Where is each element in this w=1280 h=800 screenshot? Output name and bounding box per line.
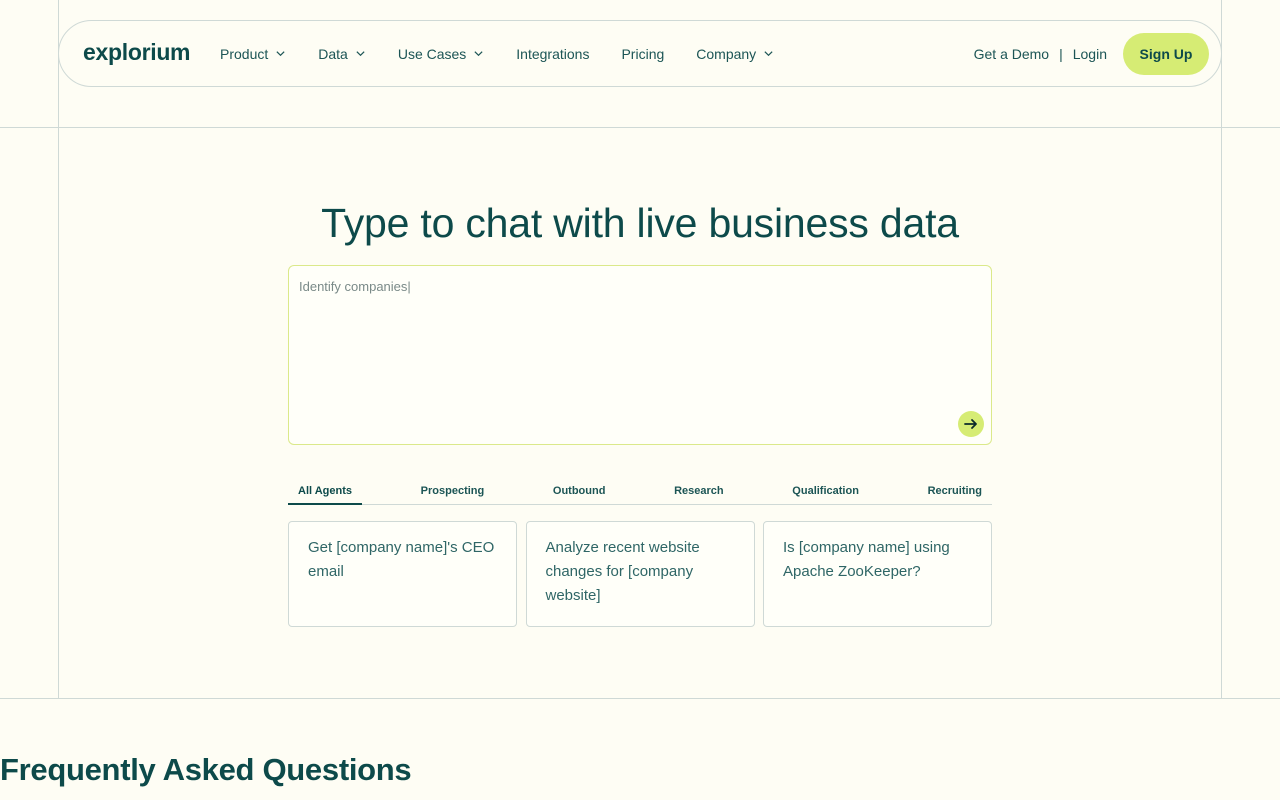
frame-line-top	[0, 127, 1280, 128]
tab-all-agents[interactable]: All Agents	[288, 478, 362, 505]
tab-research[interactable]: Research	[664, 478, 734, 504]
arrow-right-icon	[964, 419, 977, 429]
nav-actions: Get a Demo | Login Sign Up	[974, 21, 1209, 86]
frame-line-right	[1221, 0, 1222, 698]
main-menu: Product Data Use Cases Integrations Pric…	[220, 21, 806, 86]
nav-item-company[interactable]: Company	[696, 46, 774, 62]
tab-qualification[interactable]: Qualification	[782, 478, 869, 504]
nav-item-label: Product	[220, 45, 269, 62]
chevron-down-icon	[276, 51, 285, 57]
tab-outbound[interactable]: Outbound	[543, 478, 616, 504]
nav-item-product[interactable]: Product	[220, 46, 286, 62]
nav-item-label: Pricing	[621, 45, 665, 62]
page: explorium Product Data Use Cases Integra…	[0, 0, 1280, 800]
nav-item-use-cases[interactable]: Use Cases	[398, 46, 484, 62]
chevron-down-icon	[356, 51, 365, 57]
tab-prospecting[interactable]: Prospecting	[411, 478, 495, 504]
nav-separator: |	[1059, 45, 1063, 62]
prompt-cards: Get [company name]'s CEO email Analyze r…	[288, 521, 992, 627]
send-button[interactable]	[958, 411, 984, 437]
get-demo-link[interactable]: Get a Demo	[974, 46, 1049, 62]
hero-title: Type to chat with live business data	[321, 200, 959, 246]
prompt-card[interactable]: Analyze recent website changes for [comp…	[525, 521, 755, 627]
sign-up-button[interactable]: Sign Up	[1123, 32, 1209, 75]
nav-item-label: Company	[696, 45, 757, 62]
chevron-down-icon	[474, 51, 483, 57]
login-link[interactable]: Login	[1073, 46, 1107, 62]
chat-box[interactable]	[288, 265, 992, 445]
frame-line-bottom	[0, 698, 1280, 699]
agent-tabs: All Agents Prospecting Outbound Research…	[288, 478, 992, 505]
nav-item-integrations[interactable]: Integrations	[516, 46, 589, 62]
prompt-card[interactable]: Is [company name] using Apache ZooKeeper…	[763, 521, 992, 627]
faq-title: Frequently Asked Questions	[0, 752, 412, 787]
nav-item-label: Integrations	[516, 45, 590, 62]
tab-recruiting[interactable]: Recruiting	[918, 478, 992, 504]
explorium-logo[interactable]: explorium	[83, 39, 191, 66]
nav-item-pricing[interactable]: Pricing	[621, 46, 664, 62]
prompt-card[interactable]: Get [company name]'s CEO email	[288, 521, 517, 627]
chat-input[interactable]	[299, 274, 939, 298]
nav-item-label: Data	[318, 45, 348, 62]
top-nav: explorium Product Data Use Cases Integra…	[58, 20, 1222, 87]
chevron-down-icon	[764, 51, 773, 57]
nav-item-data[interactable]: Data	[318, 46, 366, 62]
nav-item-label: Use Cases	[397, 45, 467, 62]
frame-line-left	[58, 0, 59, 698]
